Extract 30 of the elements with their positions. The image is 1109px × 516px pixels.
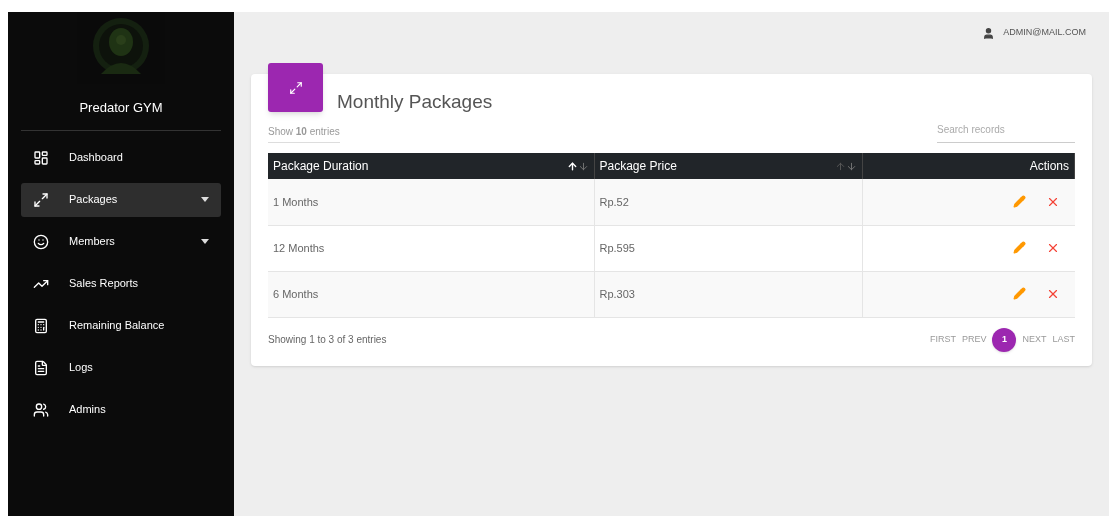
table-cell: 6 Months (268, 271, 594, 317)
face-icon (33, 233, 49, 250)
table-cell: Rp.52 (594, 179, 862, 225)
table-cell: Rp.303 (594, 271, 862, 317)
table-cell: Rp.595 (594, 225, 862, 271)
sidebar-item[interactable]: Members (21, 224, 221, 259)
table-cell: 12 Months (268, 225, 594, 271)
dashboard-icon (33, 149, 49, 166)
edit-icon[interactable] (1012, 194, 1026, 208)
entries-info: Showing 1 to 3 of 3 entries (268, 333, 387, 347)
document-icon (33, 359, 49, 376)
sidebar-item[interactable]: Packages (21, 182, 221, 217)
expand-arrows-icon (33, 191, 49, 208)
user-icon (982, 26, 996, 40)
card-title: Monthly Packages (337, 89, 493, 114)
sidebar-item[interactable]: Dashboard (21, 140, 221, 175)
sidebar-item[interactable]: Sales Reports (21, 266, 221, 301)
sidebar-item[interactable]: Remaining Balance (21, 308, 221, 343)
brand-name: Predator GYM (79, 99, 163, 117)
sidebar-item[interactable]: Admins (21, 392, 221, 427)
edit-icon[interactable] (1012, 287, 1026, 300)
calculator-icon (33, 317, 49, 334)
page-button[interactable]: 1 (992, 327, 1017, 352)
table-cell: 1 Months (268, 179, 594, 225)
people-icon (33, 401, 49, 418)
sidebar-item[interactable]: Logs (21, 350, 221, 385)
edit-icon[interactable] (1012, 241, 1026, 254)
user-email[interactable]: ADMIN@MAIL.COM (1003, 26, 1086, 40)
expand-arrows-icon (288, 80, 303, 95)
search-field[interactable]: Search records (937, 122, 1075, 143)
